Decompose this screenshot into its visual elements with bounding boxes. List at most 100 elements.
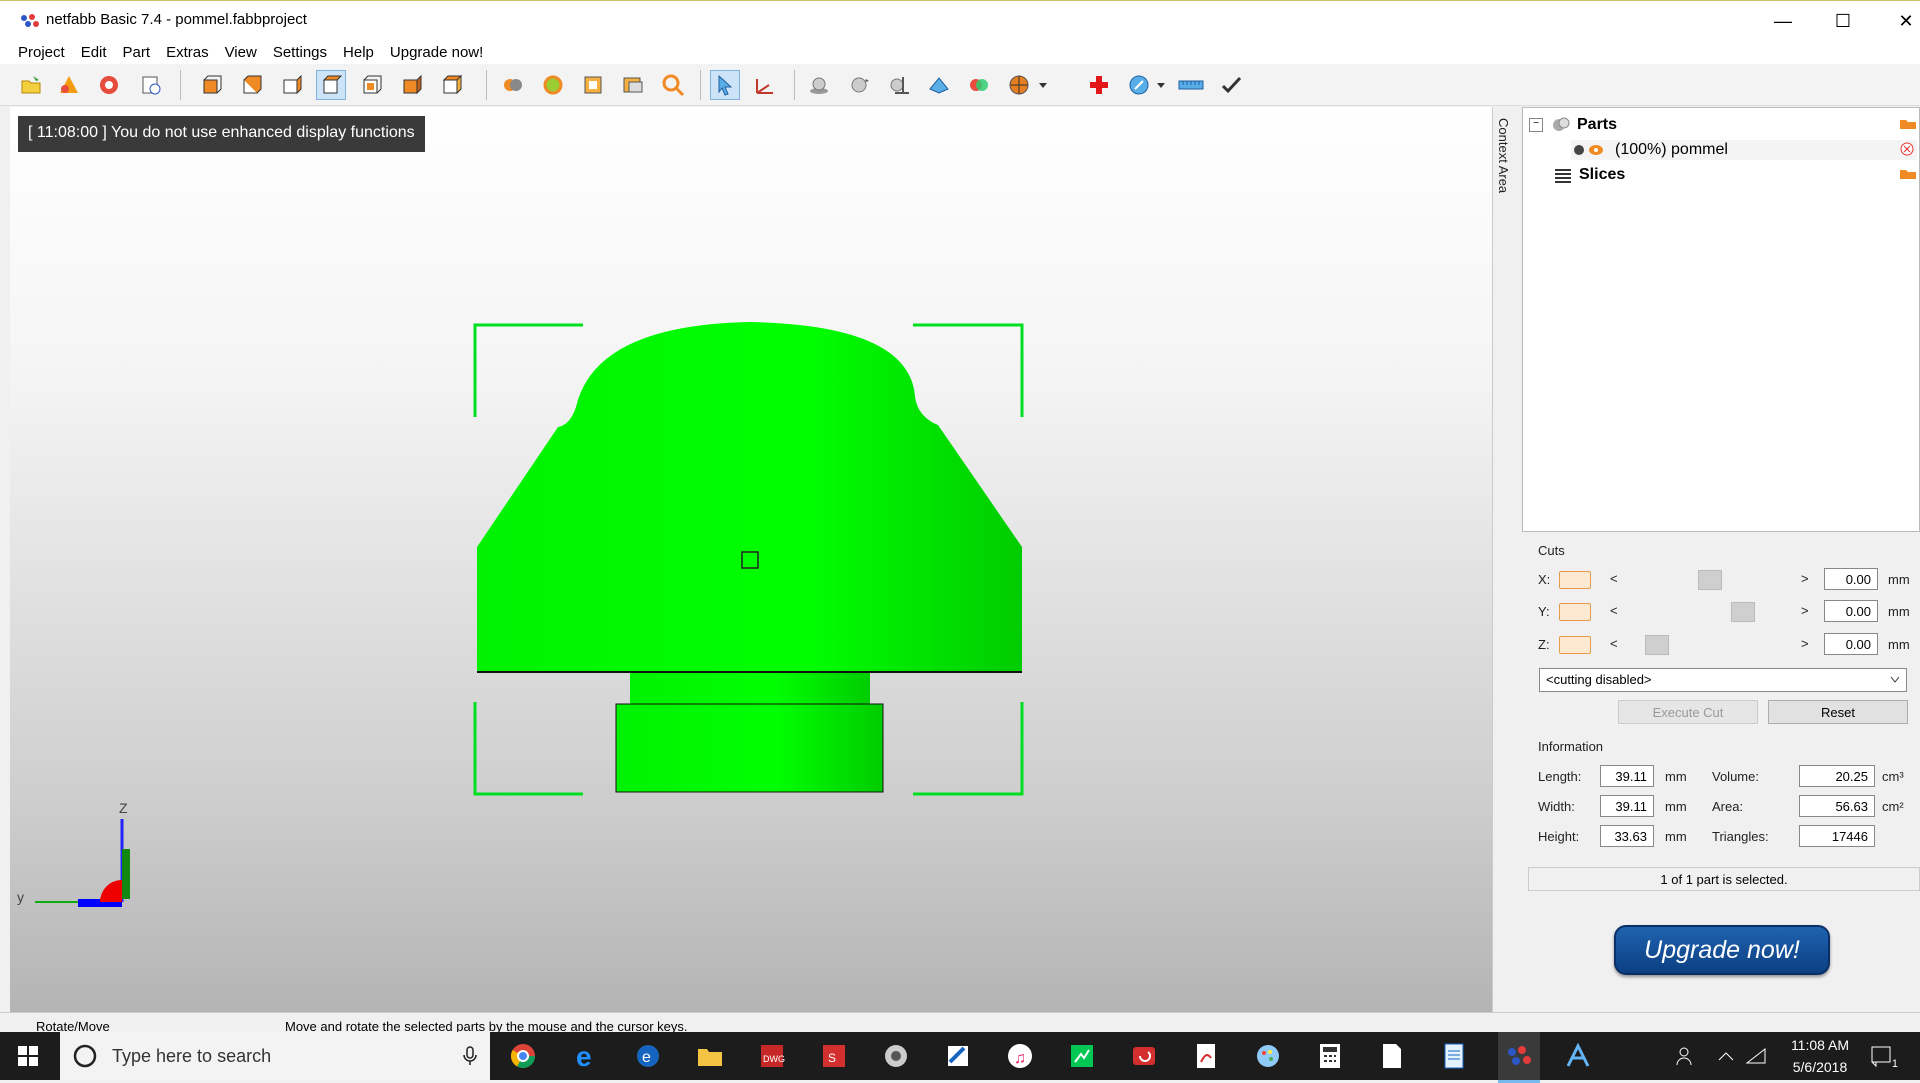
execute-cut-button[interactable]: Execute Cut xyxy=(1618,700,1758,724)
dropdown-arrow-icon[interactable] xyxy=(1036,70,1050,100)
menu-extras[interactable]: Extras xyxy=(158,44,217,61)
cutting-mode-select[interactable]: <cutting disabled> xyxy=(1539,668,1907,692)
zoom-selection-icon[interactable] xyxy=(578,70,608,100)
cut-z-input[interactable]: 0.00 xyxy=(1824,633,1878,655)
3d-viewport[interactable]: Z y xyxy=(10,107,1492,1012)
part-info-icon[interactable] xyxy=(136,70,166,100)
wifi-icon[interactable] xyxy=(1740,1040,1772,1072)
menu-view[interactable]: View xyxy=(217,44,265,61)
menu-help[interactable]: Help xyxy=(335,44,382,61)
cut-y-decrease[interactable]: < xyxy=(1610,603,1618,618)
app-blue-icon[interactable] xyxy=(942,1040,974,1072)
view-top-icon[interactable] xyxy=(356,70,386,100)
cut-y-slider[interactable] xyxy=(1731,602,1755,622)
analysis-icon[interactable] xyxy=(1124,70,1154,100)
acrobat-icon[interactable] xyxy=(1190,1040,1222,1072)
context-area-strip[interactable] xyxy=(1492,107,1522,1012)
document-app-icon[interactable] xyxy=(1438,1040,1470,1072)
ruler-icon[interactable] xyxy=(1176,70,1206,100)
cut-y-color[interactable] xyxy=(1559,603,1591,621)
menu-project[interactable]: Project xyxy=(10,44,73,61)
volume-unit: cm³ xyxy=(1882,769,1904,784)
svg-text:e: e xyxy=(576,1042,592,1070)
edge-icon[interactable]: e xyxy=(570,1040,602,1072)
cut-y-increase[interactable]: > xyxy=(1801,603,1809,618)
calculator-icon[interactable] xyxy=(1314,1040,1346,1072)
move-part-icon[interactable] xyxy=(804,70,834,100)
windows-start-icon[interactable] xyxy=(12,1040,44,1072)
zoom-parts-icon[interactable] xyxy=(498,70,528,100)
menu-upgrade[interactable]: Upgrade now! xyxy=(382,44,491,61)
slices-folder-icon[interactable] xyxy=(1899,166,1917,180)
dwg-viewer-icon[interactable]: DWG xyxy=(756,1040,788,1072)
paint-icon[interactable] xyxy=(1252,1040,1284,1072)
cut-z-slider[interactable] xyxy=(1645,635,1669,655)
cut-y-input[interactable]: 0.00 xyxy=(1824,600,1878,622)
reset-button[interactable]: Reset xyxy=(1768,700,1908,724)
cut-x-decrease[interactable]: < xyxy=(1610,571,1618,586)
zoom-window-icon[interactable] xyxy=(618,70,648,100)
view-back-icon[interactable] xyxy=(236,70,266,100)
rotate-part-icon[interactable] xyxy=(844,70,874,100)
zoom-all-icon[interactable] xyxy=(538,70,568,100)
view-right-icon[interactable] xyxy=(316,70,346,100)
minimize-button[interactable]: — xyxy=(1753,1,1813,41)
system-clock[interactable]: 11:08 AM 5/6/2018 xyxy=(1770,1034,1870,1078)
parts-label: Parts xyxy=(1577,116,1618,133)
ie-icon[interactable]: e xyxy=(632,1040,664,1072)
add-part-icon[interactable] xyxy=(54,70,84,100)
tree-parts-node[interactable]: − Parts xyxy=(1529,116,1617,134)
menu-part[interactable]: Part xyxy=(115,44,159,61)
taskbar-search[interactable]: Type here to search xyxy=(60,1032,490,1080)
parts-folder-icon[interactable] xyxy=(1899,116,1917,130)
cut-z-decrease[interactable]: < xyxy=(1610,636,1618,651)
people-icon[interactable] xyxy=(1670,1040,1702,1072)
maximize-button[interactable]: ☐ xyxy=(1813,1,1873,41)
green-app-icon[interactable] xyxy=(1066,1040,1098,1072)
scale-part-icon[interactable] xyxy=(884,70,914,100)
notepad-icon[interactable] xyxy=(1376,1040,1408,1072)
solidworks-icon[interactable]: S xyxy=(818,1040,850,1072)
menu-edit[interactable]: Edit xyxy=(73,44,115,61)
model-canvas[interactable]: Z y xyxy=(10,107,1492,1012)
mirror-part-icon[interactable] xyxy=(924,70,954,100)
checkmark-icon[interactable] xyxy=(1216,70,1246,100)
magnifier-icon[interactable] xyxy=(658,70,688,100)
upgrade-now-button[interactable]: Upgrade now! xyxy=(1614,925,1830,975)
cut-z-increase[interactable]: > xyxy=(1801,636,1809,651)
color-sphere-icon[interactable] xyxy=(1004,70,1034,100)
visibility-eye-icon[interactable] xyxy=(1587,142,1605,158)
view-bottom-icon[interactable] xyxy=(396,70,426,100)
steam-like-icon[interactable] xyxy=(880,1040,912,1072)
view-left-icon[interactable] xyxy=(276,70,306,100)
cut-x-color[interactable] xyxy=(1559,571,1591,589)
red-app-icon[interactable] xyxy=(1128,1040,1160,1072)
arc-app-icon[interactable] xyxy=(1562,1040,1594,1072)
cut-x-input[interactable]: 0.00 xyxy=(1824,568,1878,590)
tree-part-pommel[interactable]: (100%) pommel xyxy=(1571,140,1917,160)
view-iso-icon[interactable] xyxy=(436,70,466,100)
collapse-icon[interactable]: − xyxy=(1529,118,1543,132)
remove-part-icon[interactable] xyxy=(1899,141,1915,157)
microphone-icon[interactable] xyxy=(462,1045,478,1067)
cut-z-color[interactable] xyxy=(1559,636,1591,654)
open-project-icon[interactable] xyxy=(16,70,46,100)
dropdown-arrow-icon-2[interactable] xyxy=(1154,70,1168,100)
netfabb-taskbar-icon[interactable] xyxy=(1498,1032,1540,1083)
file-explorer-icon[interactable] xyxy=(694,1040,726,1072)
itunes-icon[interactable]: ♫ xyxy=(1004,1040,1036,1072)
boolean-icon[interactable] xyxy=(964,70,994,100)
repair-icon[interactable] xyxy=(94,70,124,100)
measure-axis-icon[interactable] xyxy=(750,70,780,100)
cut-x-slider[interactable] xyxy=(1698,570,1722,590)
close-button[interactable]: ✕ xyxy=(1876,1,1920,41)
chevron-up-icon[interactable] xyxy=(1710,1040,1742,1072)
menu-settings[interactable]: Settings xyxy=(265,44,335,61)
notification-center-icon[interactable]: 1 xyxy=(1866,1040,1898,1072)
select-pointer-icon[interactable] xyxy=(710,70,740,100)
cut-x-increase[interactable]: > xyxy=(1801,571,1809,586)
tree-slices-node[interactable]: Slices xyxy=(1553,166,1625,184)
chrome-icon[interactable] xyxy=(507,1040,539,1072)
view-front-icon[interactable] xyxy=(196,70,226,100)
add-repair-icon[interactable] xyxy=(1084,70,1114,100)
